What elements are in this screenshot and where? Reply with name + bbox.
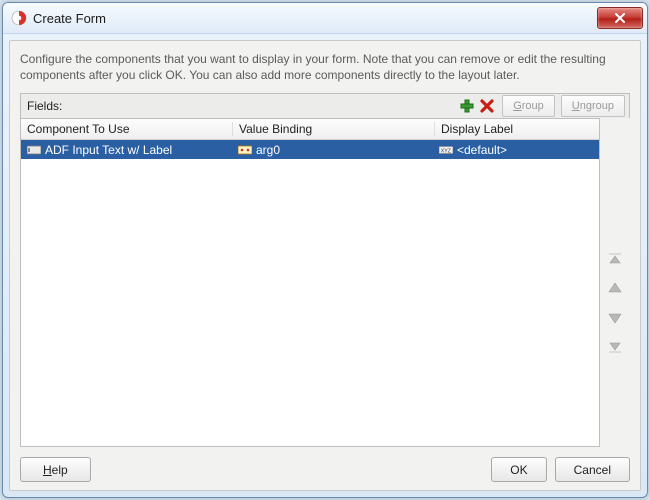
binding-icon (238, 144, 252, 156)
move-down-button (604, 307, 626, 329)
cell-component[interactable]: ADF Input Text w/ Label (21, 143, 232, 157)
delete-icon[interactable] (478, 97, 496, 115)
svg-text:XYZ: XYZ (441, 149, 452, 155)
dialog-description: Configure the components that you want t… (20, 51, 630, 83)
fields-table[interactable]: Component To Use Value Binding Display L… (20, 118, 600, 447)
fields-main: Component To Use Value Binding Display L… (20, 118, 630, 447)
table-row[interactable]: ADF Input Text w/ Label arg0 (21, 140, 599, 159)
fields-label: Fields: (27, 99, 456, 113)
ungroup-button: Ungroup (561, 95, 625, 117)
col-binding[interactable]: Value Binding (233, 122, 435, 136)
cancel-button[interactable]: Cancel (555, 457, 630, 482)
dialog-body: Configure the components that you want t… (9, 40, 641, 491)
input-text-icon (27, 144, 41, 156)
help-button[interactable]: Help (20, 457, 91, 482)
group-button: Group (502, 95, 555, 117)
reorder-controls (600, 118, 630, 447)
close-button[interactable] (597, 7, 643, 29)
dialog-footer: Help OK Cancel (20, 447, 630, 482)
cell-label[interactable]: XYZ <default> (433, 143, 599, 157)
table-body: ADF Input Text w/ Label arg0 (21, 140, 599, 446)
ok-button[interactable]: OK (491, 457, 546, 482)
dialog-window: Create Form Configure the components tha… (2, 2, 648, 498)
add-icon[interactable] (458, 97, 476, 115)
cell-component-text: ADF Input Text w/ Label (45, 143, 172, 157)
label-icon: XYZ (439, 144, 453, 156)
col-label[interactable]: Display Label (435, 122, 599, 136)
move-bottom-button (604, 337, 626, 359)
cell-binding[interactable]: arg0 (232, 143, 433, 157)
move-top-button (604, 247, 626, 269)
fields-toolbar: Fields: Group Ungroup (20, 93, 630, 118)
app-icon (11, 10, 27, 26)
table-header: Component To Use Value Binding Display L… (21, 119, 599, 140)
cell-binding-text: arg0 (256, 143, 280, 157)
col-component[interactable]: Component To Use (21, 122, 233, 136)
titlebar: Create Form (3, 3, 647, 34)
cell-label-text: <default> (457, 143, 507, 157)
move-up-button (604, 277, 626, 299)
window-title: Create Form (33, 11, 597, 26)
